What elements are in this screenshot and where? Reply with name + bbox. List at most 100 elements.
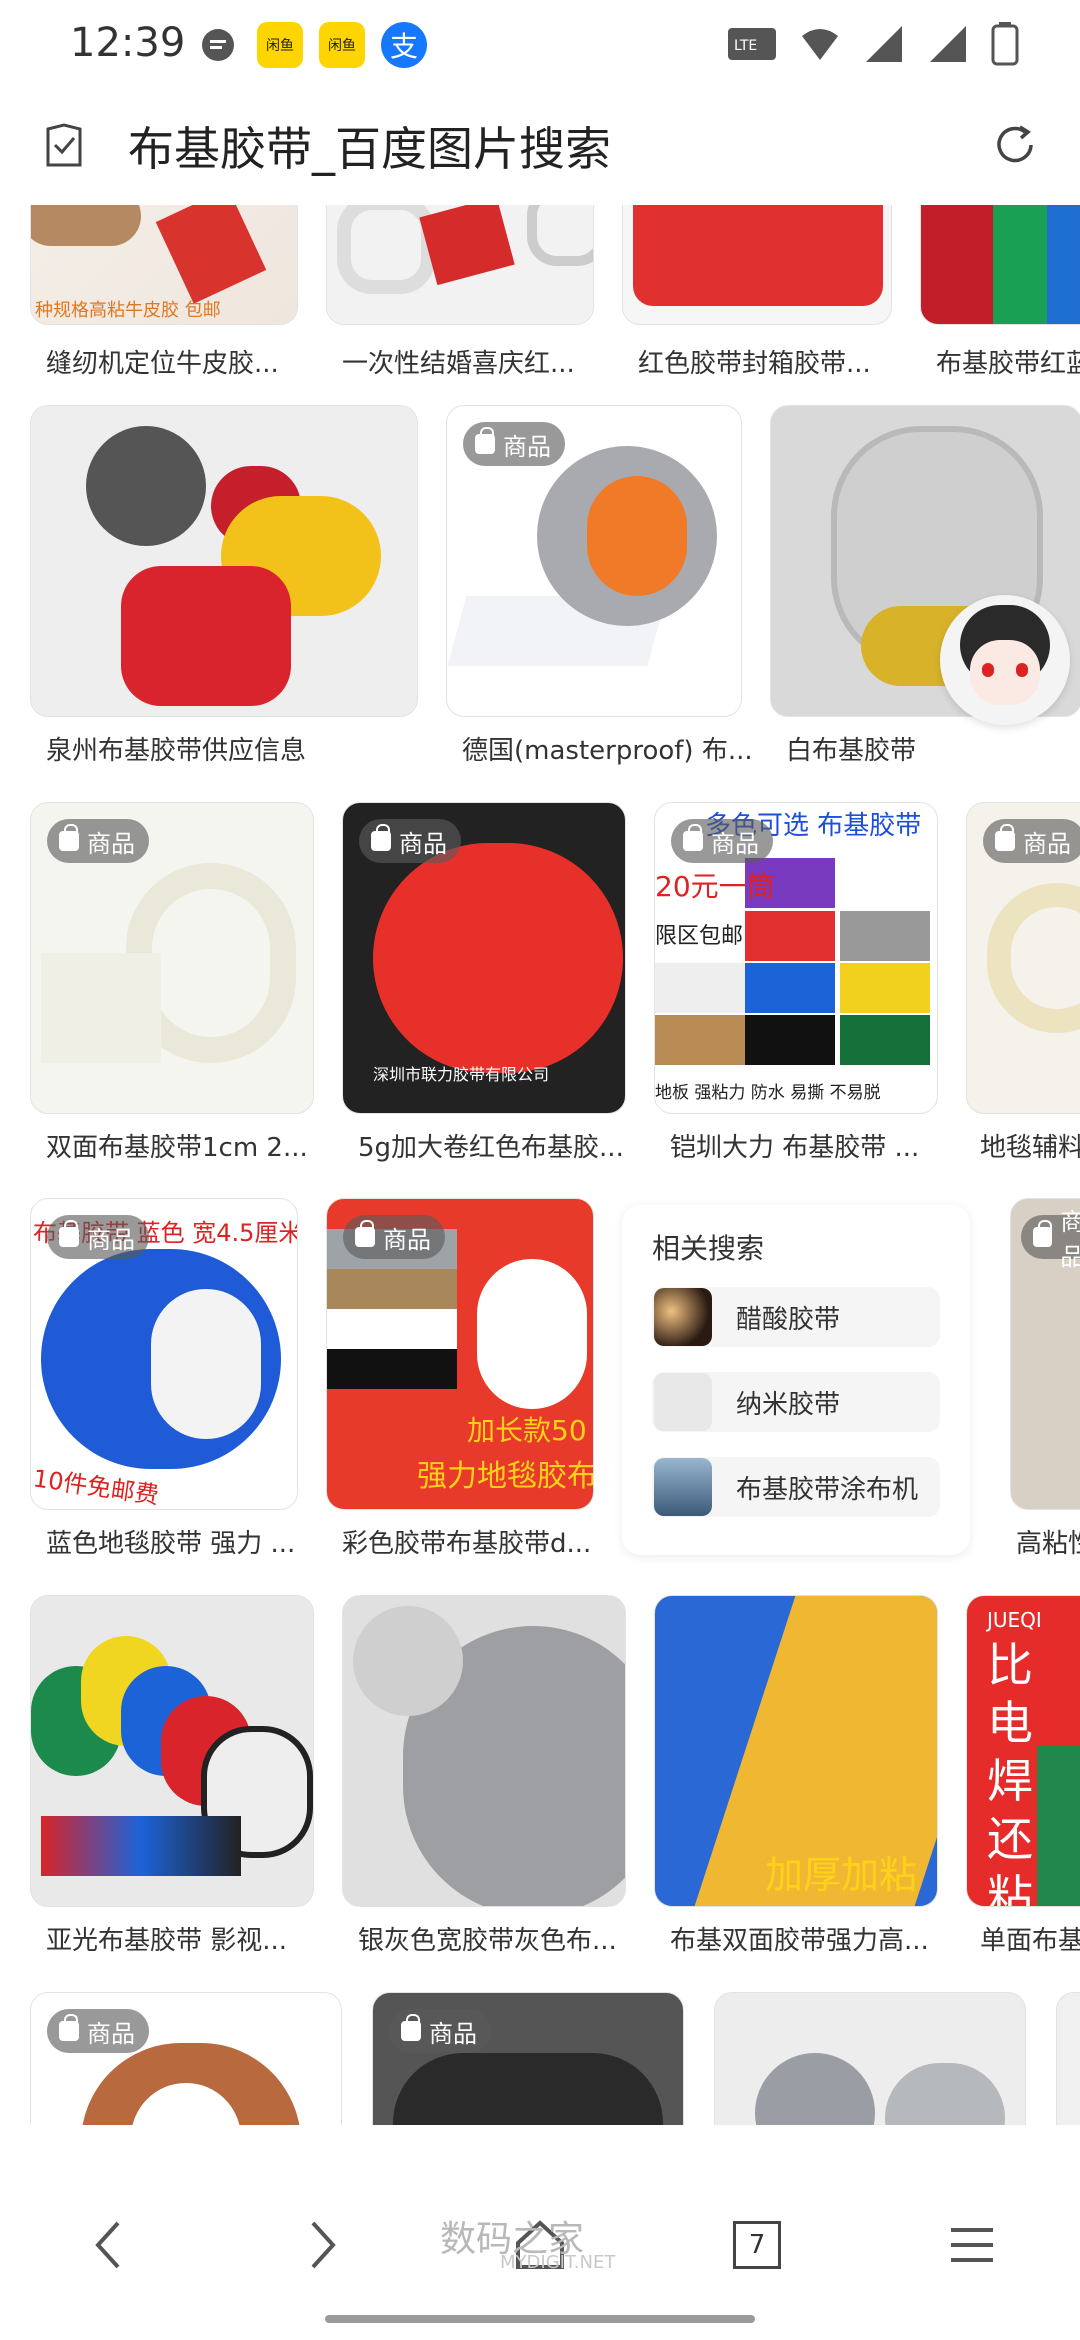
related-thumbnail (654, 1288, 712, 1346)
xianyu-icon: 闲鱼 (257, 22, 303, 68)
result-tile[interactable]: 种规格高粘牛皮胶 包邮 缝纫机定位牛皮胶... (30, 205, 298, 395)
product-badge: 商品 (983, 819, 1080, 863)
result-caption: 缝纫机定位牛皮胶... (46, 349, 279, 379)
shopping-bag-icon (59, 824, 79, 851)
product-badge: 商品 (463, 422, 565, 466)
shopping-bag-icon (995, 824, 1015, 851)
result-tile[interactable]: 多色可选 布基胶带 20元一筒 限区包邮 地板 强粘力 防水 易撕 不易脱 商品… (654, 802, 938, 1163)
result-caption: 彩色胶带布基胶带d... (342, 1529, 592, 1559)
shopping-bag-icon (355, 1220, 375, 1247)
back-button[interactable] (68, 2205, 148, 2285)
result-thumbnail[interactable]: 商品 (966, 802, 1080, 1114)
related-search-label: 纳米胶带 (736, 1389, 841, 1420)
menu-button[interactable] (932, 2205, 1012, 2285)
result-tile[interactable]: 红色胶带封箱胶带... (622, 205, 892, 395)
result-tile[interactable]: 商品 高粘性 (1010, 1198, 1080, 1559)
notification-icons: 闲鱼 闲鱼 支 (195, 22, 427, 68)
result-caption: 蓝色地毯胶带 强力 ... (46, 1529, 296, 1559)
result-tile[interactable]: 商品 (30, 1992, 342, 2125)
result-thumbnail[interactable] (714, 1992, 1026, 2125)
chevron-right-icon (311, 2221, 336, 2269)
refresh-icon[interactable] (990, 120, 1040, 170)
result-tile[interactable]: 深圳市联力胶带有限公司 商品 5g加大卷红色布基胶... (342, 802, 626, 1163)
result-tile[interactable]: 亚光布基胶带 影视... (30, 1595, 314, 1956)
signal-g-icon (930, 26, 966, 62)
result-tile[interactable]: 商品 德国(masterproof) 布... (446, 405, 753, 766)
floating-assistant-avatar[interactable] (940, 595, 1070, 725)
thumb-text: 种规格高粘牛皮胶 包邮 (35, 300, 221, 321)
result-caption: 双面布基胶带1cm 2... (46, 1133, 308, 1163)
related-thumbnail (654, 1458, 712, 1516)
result-thumbnail[interactable]: 布基胶带 蓝色 宽4.5厘米 10件免邮费 商品 (30, 1198, 298, 1510)
result-thumbnail[interactable]: 深圳市联力胶带有限公司 商品 (342, 802, 626, 1114)
message-icon (202, 29, 234, 61)
result-thumbnail[interactable]: 种规格高粘牛皮胶 包邮 (30, 205, 298, 325)
result-thumbnail[interactable]: 商品 (446, 405, 742, 717)
result-tile[interactable] (714, 1992, 1026, 2125)
result-thumbnail[interactable]: 多色可选 布基胶带 20元一筒 限区包邮 地板 强粘力 防水 易撕 不易脱 商品 (654, 802, 938, 1114)
status-bar: 12:39 闲鱼 闲鱼 支 LTE (0, 0, 1080, 90)
result-caption: 泉州布基胶带供应信息 (46, 736, 307, 766)
result-thumbnail[interactable] (622, 205, 892, 325)
result-thumbnail[interactable] (30, 405, 418, 717)
result-tile[interactable]: 泉州布基胶带供应信息 (30, 405, 418, 766)
thumb-text: 20元一筒 (655, 870, 775, 903)
alipay-icon: 支 (381, 22, 427, 68)
tabs-button[interactable]: 7 (717, 2205, 797, 2285)
tab-count: 7 (733, 2221, 781, 2269)
related-search-item[interactable]: 纳米胶带 (652, 1372, 940, 1432)
bottom-navigation: 数码之家 MYDIGIT.NET 7 (0, 2165, 1080, 2340)
result-tile[interactable]: 商品 地毯辅料 (966, 802, 1080, 1163)
result-thumbnail[interactable]: 商品 (1010, 1198, 1080, 1510)
result-caption: 铠圳大力 布基胶带 ... (670, 1133, 920, 1163)
product-badge: 商品 (47, 819, 149, 863)
image-results-grid: 种规格高粘牛皮胶 包邮 缝纫机定位牛皮胶... 一次性结婚喜庆红... 红色胶带… (0, 205, 1080, 2125)
home-indicator[interactable] (325, 2315, 755, 2323)
shopping-bag-icon (475, 427, 495, 454)
result-thumbnail[interactable] (30, 1595, 314, 1907)
result-caption: 一次性结婚喜庆红... (342, 349, 575, 379)
result-caption: 红色胶带封箱胶带... (638, 349, 871, 379)
app-bar: 布基胶带_百度图片搜索 (0, 95, 1080, 195)
result-tile[interactable]: JUEQI 比电焊还粘 单面布基 (966, 1595, 1080, 1956)
shield-check-icon[interactable] (44, 123, 84, 169)
result-caption: 德国(masterproof) 布... (462, 736, 753, 766)
result-thumbnail[interactable]: 商品 (30, 802, 314, 1114)
related-search-title: 相关搜索 (652, 1232, 765, 1265)
system-icons: LTE (726, 22, 1020, 66)
wifi-icon (802, 29, 838, 60)
result-tile[interactable]: 商品 (372, 1992, 684, 2125)
xianyu-icon: 闲鱼 (319, 22, 365, 68)
battery-icon (991, 22, 1019, 66)
result-thumbnail[interactable] (920, 205, 1080, 325)
forward-button[interactable] (283, 2205, 363, 2285)
result-caption: 地毯辅料 (980, 1133, 1080, 1163)
result-tile[interactable]: 银灰色宽胶带灰色布... (342, 1595, 626, 1956)
product-badge: 商品 (359, 819, 461, 863)
result-caption: 布基双面胶带强力高... (670, 1926, 929, 1956)
result-tile[interactable]: 商品 双面布基胶带1cm 2... (30, 802, 314, 1163)
thumb-text: JUEQI (987, 1608, 1042, 1632)
result-thumbnail[interactable] (342, 1595, 626, 1907)
result-thumbnail[interactable]: 商品 (30, 1992, 342, 2125)
result-tile[interactable]: 一次性结婚喜庆红... (326, 205, 594, 395)
result-thumbnail[interactable] (1056, 1992, 1080, 2125)
product-badge: 商品 (389, 2009, 491, 2053)
related-search-item[interactable]: 醋酸胶带 (652, 1287, 940, 1347)
thumb-text: 加厚加粘 (765, 1853, 918, 1897)
related-search-item[interactable]: 布基胶带涂布机 (652, 1457, 940, 1517)
result-tile[interactable]: 布基胶带红蓝 (920, 205, 1080, 395)
result-thumbnail[interactable] (326, 205, 594, 325)
result-thumbnail[interactable]: 商品 (372, 1992, 684, 2125)
result-thumbnail[interactable]: 加长款50 强力地毯胶布 商品 (326, 1198, 594, 1510)
thumb-text: 限区包邮 (655, 924, 744, 949)
result-thumbnail[interactable]: 加厚加粘 (654, 1595, 938, 1907)
shopping-bag-icon (59, 1220, 79, 1247)
result-thumbnail[interactable]: JUEQI 比电焊还粘 (966, 1595, 1080, 1907)
result-tile[interactable]: 加长款50 强力地毯胶布 商品 彩色胶带布基胶带d... (326, 1198, 594, 1559)
thumb-text: 强力地毯胶布 (417, 1459, 594, 1494)
result-tile[interactable] (1056, 1992, 1080, 2125)
result-tile[interactable]: 加厚加粘 布基双面胶带强力高... (654, 1595, 938, 1956)
result-caption: 单面布基 (980, 1926, 1080, 1956)
result-tile[interactable]: 布基胶带 蓝色 宽4.5厘米 10件免邮费 商品 蓝色地毯胶带 强力 ... (30, 1198, 298, 1559)
